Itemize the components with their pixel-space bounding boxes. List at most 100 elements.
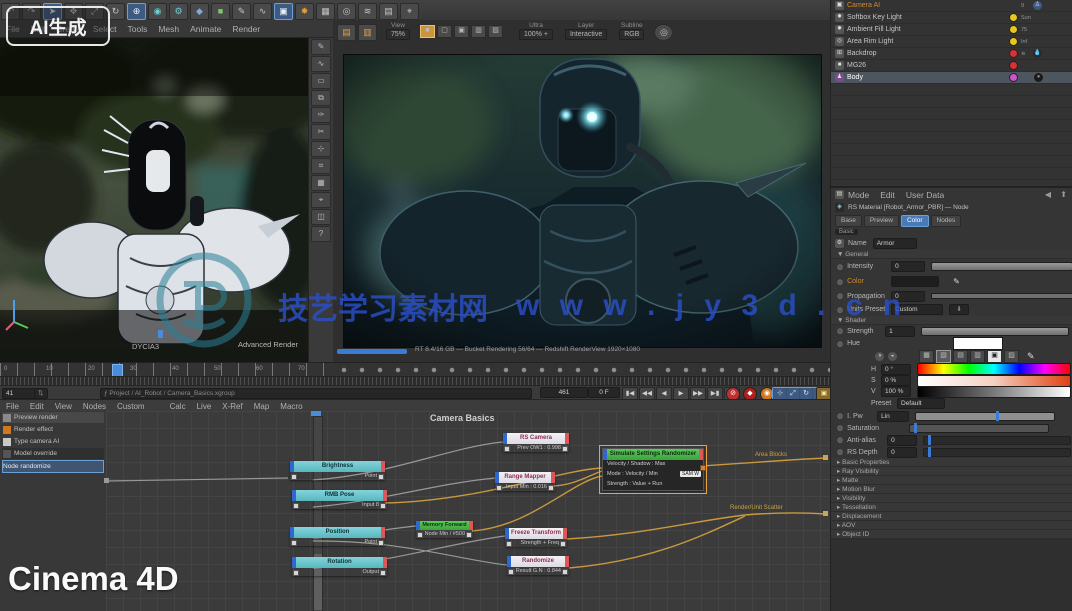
ne-menu-xref[interactable]: X-Ref	[222, 402, 242, 411]
tab-nodes[interactable]: Nodes	[931, 215, 962, 227]
section-general[interactable]: ▼ General	[831, 250, 1072, 259]
channel-dropdown[interactable]: RGB	[619, 29, 644, 40]
pen-icon[interactable]: ✎	[311, 39, 331, 55]
color-swatch[interactable]	[953, 337, 1003, 350]
tab-color[interactable]: Color	[901, 215, 929, 227]
snap-grid-icon[interactable]: ⌗	[311, 158, 331, 174]
section-ray-visibility[interactable]: ▸ Ray Visibility	[831, 467, 1072, 476]
slider-handle[interactable]	[996, 411, 999, 421]
sidebar-node-item[interactable]: Render effect	[2, 424, 104, 435]
frame-number-field[interactable]: 461	[540, 387, 588, 398]
display-mode-2-icon[interactable]: ▢	[437, 25, 452, 38]
ipw-slider[interactable]	[915, 412, 1055, 421]
sidebar-node-item[interactable]: Preview render	[2, 412, 104, 423]
ne-menu-map[interactable]: Map	[254, 402, 270, 411]
pen-tool-icon[interactable]: ✎	[232, 3, 251, 20]
node-output-port[interactable]	[700, 465, 706, 471]
name-field[interactable]: Armor	[873, 238, 917, 249]
sphere-tag-icon[interactable]: ●	[1033, 72, 1044, 83]
simulate-icon[interactable]: ◎	[337, 3, 356, 20]
sidebar-node-item-selected[interactable]: Node randomize	[2, 460, 104, 473]
menu-mesh[interactable]: Mesh	[158, 24, 179, 34]
snap-icon[interactable]: ⌖	[400, 3, 419, 20]
ne-menu-custom[interactable]: Custom	[117, 402, 145, 411]
v-field[interactable]: 100 %	[881, 386, 911, 397]
rsdepth-slider[interactable]	[923, 448, 1071, 457]
canvas-vscrollbar[interactable]	[313, 416, 323, 611]
render-settings-icon[interactable]: ⚙	[169, 3, 188, 20]
ipw-dropdown[interactable]: Lin	[877, 411, 909, 422]
layer-dot-red[interactable]	[1009, 49, 1018, 58]
clone-icon[interactable]: ⧉	[311, 90, 331, 106]
section-motion-blur[interactable]: ▸ Motion Blur	[831, 485, 1072, 494]
node-randomize[interactable]: Randomize Result G.N : 0.844	[507, 556, 569, 575]
saturation-slider[interactable]	[909, 424, 1049, 433]
attr-menu-edit[interactable]: Edit	[880, 190, 895, 200]
object-row[interactable]: ▣ Camera AI 9 ♙	[831, 0, 1072, 12]
brush-icon[interactable]: ✑	[311, 107, 331, 123]
node-simulate-randomizer[interactable]: Simulate Settings Randomizer Velocity / …	[602, 448, 704, 491]
value-gradient-slider[interactable]	[917, 386, 1071, 398]
layer-dot-yellow[interactable]	[1009, 13, 1018, 22]
knife-icon[interactable]: ✂	[311, 124, 331, 140]
section-aov[interactable]: ▸ AOV	[831, 521, 1072, 530]
object-row[interactable]: ◎ Area Rim Light Inf	[831, 36, 1072, 48]
mograph-icon[interactable]: ▣	[274, 3, 293, 20]
snapshot-icon[interactable]: ◎	[654, 24, 673, 41]
sidebar-node-item[interactable]: Type camera AI	[2, 436, 104, 447]
antialias-field[interactable]: 0	[887, 435, 917, 446]
h-field[interactable]: 0 °	[881, 364, 911, 375]
ne-menu-file[interactable]: File	[6, 402, 19, 411]
node-rotation[interactable]: Rotation Output	[292, 557, 387, 576]
wheel-picker-icon[interactable]: ◑	[875, 352, 884, 361]
up-arrow-icon[interactable]: ⬆	[1060, 190, 1067, 199]
node-memory-forward[interactable]: Memory Forward Node Min / #500	[416, 521, 473, 538]
node-rs-camera[interactable]: RS Camera Prev OW1 : 0.998	[503, 433, 569, 452]
section-matte[interactable]: ▸ Matte	[831, 476, 1072, 485]
swatch-mode-icon[interactable]: ▣	[987, 350, 1002, 363]
cube-primitive-icon[interactable]: ■	[211, 3, 230, 20]
section-visibility[interactable]: ▸ Visibility	[831, 494, 1072, 503]
slider-handle[interactable]	[928, 435, 931, 445]
node-editor-canvas[interactable]	[106, 411, 830, 611]
light-icon[interactable]: ✸	[295, 3, 314, 20]
kelvin-mode-icon[interactable]: ▤	[953, 350, 968, 363]
keyframe-dot-ruler[interactable]	[335, 362, 830, 377]
s-field[interactable]: 0 %	[881, 375, 911, 386]
section-object-id[interactable]: ▸ Object ID	[831, 530, 1072, 539]
ne-menu-nodes[interactable]: Nodes	[83, 402, 106, 411]
axis-icon[interactable]: ⊹	[311, 141, 331, 157]
spectrum-picker-icon[interactable]: ◒	[888, 352, 897, 361]
tab-base[interactable]: Base	[835, 215, 862, 227]
menu-animate[interactable]: Animate	[190, 24, 221, 34]
timeline-ruler[interactable]: 0 10 20 30 40 50 60 70	[0, 362, 335, 377]
preset-field[interactable]: Default	[897, 398, 945, 409]
display-mode-5-icon[interactable]: ▨	[488, 25, 503, 38]
tab-preview[interactable]: Preview	[864, 215, 899, 227]
ne-menu-macro[interactable]: Macro	[280, 402, 302, 411]
intensity-field[interactable]: 0	[891, 261, 925, 272]
object-row[interactable]: ■ MG26	[831, 60, 1072, 72]
frame-spinner[interactable]: 41	[2, 388, 36, 399]
node-brightness[interactable]: Brightness Point	[290, 461, 385, 480]
spinner-arrows-icon[interactable]: ⇅	[34, 388, 48, 399]
object-row[interactable]: ⊞ Backdrop ≋ 💧	[831, 48, 1072, 60]
picker-mode-icon[interactable]: ▨	[1004, 350, 1019, 363]
layer-dot-yellow[interactable]	[1009, 37, 1018, 46]
framerate-dropdown[interactable]: 0 F	[588, 387, 620, 398]
layer-dot-red[interactable]	[1009, 61, 1018, 70]
section-tessellation[interactable]: ▸ Tessellation	[831, 503, 1072, 512]
sidebar-node-item[interactable]: Model override	[2, 448, 104, 459]
view-zoom-dropdown[interactable]: 75%	[386, 29, 410, 40]
figure-tag-icon[interactable]: ♙	[1033, 1, 1042, 10]
box-select-icon[interactable]: ▭	[311, 73, 331, 89]
display-mode-1-icon[interactable]: ■	[420, 25, 435, 38]
layer-dot-yellow[interactable]	[1009, 25, 1018, 34]
back-arrow-icon[interactable]: ◀	[1045, 190, 1051, 199]
help-icon[interactable]: ?	[311, 226, 331, 242]
slider-handle[interactable]	[914, 423, 917, 433]
quality-dropdown[interactable]: 100% +	[519, 29, 553, 40]
open-folder-icon[interactable]: ▥	[358, 24, 377, 41]
ne-menu-edit[interactable]: Edit	[30, 402, 44, 411]
color-pen-icon[interactable]: ✎	[1027, 351, 1035, 362]
